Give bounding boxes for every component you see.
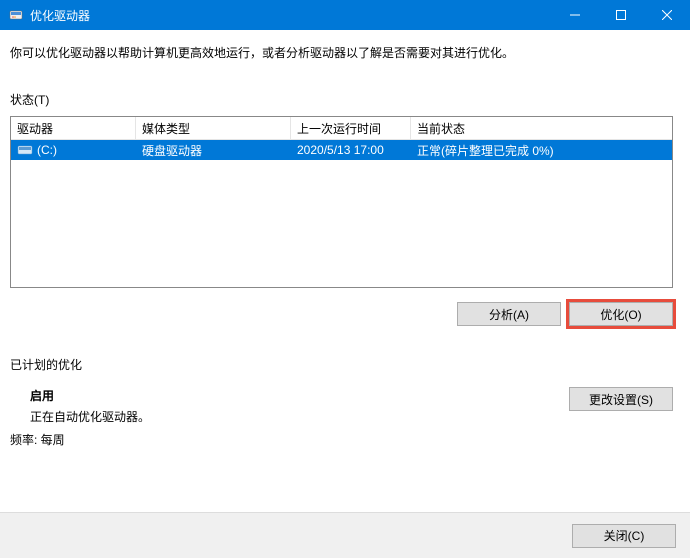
column-header-media[interactable]: 媒体类型 — [136, 117, 291, 139]
footer: 关闭(C) — [0, 512, 690, 558]
action-buttons: 分析(A) 优化(O) — [10, 302, 673, 326]
close-dialog-button[interactable]: 关闭(C) — [572, 524, 676, 548]
schedule-description: 正在自动优化驱动器。 — [30, 408, 150, 425]
drive-cell: (C:) — [11, 140, 136, 160]
window-controls — [552, 0, 690, 30]
table-row[interactable]: (C:) 硬盘驱动器 2020/5/13 17:00 正常(碎片整理已完成 0%… — [11, 140, 672, 160]
media-cell: 硬盘驱动器 — [136, 140, 291, 160]
analyze-button[interactable]: 分析(A) — [457, 302, 561, 326]
app-icon — [8, 7, 24, 23]
schedule-info: 启用 正在自动优化驱动器。 频率: 每周 — [10, 387, 150, 448]
column-header-status[interactable]: 当前状态 — [411, 117, 672, 139]
description-text: 你可以优化驱动器以帮助计算机更高效地运行，或者分析驱动器以了解是否需要对其进行优… — [10, 44, 680, 61]
status-cell: 正常(碎片整理已完成 0%) — [411, 140, 672, 160]
change-settings-button[interactable]: 更改设置(S) — [569, 387, 673, 411]
maximize-button[interactable] — [598, 0, 644, 30]
schedule-status: 启用 — [30, 387, 150, 404]
drives-table: 驱动器 媒体类型 上一次运行时间 当前状态 (C:) 硬盘驱动器 2020/5/… — [10, 116, 673, 288]
schedule-label: 已计划的优化 — [10, 356, 680, 373]
close-button[interactable] — [644, 0, 690, 30]
optimize-button[interactable]: 优化(O) — [569, 302, 673, 326]
window-title: 优化驱动器 — [30, 7, 552, 24]
drive-name: (C:) — [37, 143, 57, 157]
schedule-frequency: 频率: 每周 — [10, 431, 150, 448]
content-area: 你可以优化驱动器以帮助计算机更高效地运行，或者分析驱动器以了解是否需要对其进行优… — [0, 30, 690, 458]
schedule-section: 已计划的优化 启用 正在自动优化驱动器。 频率: 每周 更改设置(S) — [10, 356, 680, 448]
column-header-drive[interactable]: 驱动器 — [11, 117, 136, 139]
column-header-lastrun[interactable]: 上一次运行时间 — [291, 117, 411, 139]
status-label: 状态(T) — [10, 91, 680, 108]
minimize-button[interactable] — [552, 0, 598, 30]
table-header: 驱动器 媒体类型 上一次运行时间 当前状态 — [11, 117, 672, 140]
drive-icon — [17, 144, 33, 156]
titlebar: 优化驱动器 — [0, 0, 690, 30]
lastrun-cell: 2020/5/13 17:00 — [291, 140, 411, 160]
